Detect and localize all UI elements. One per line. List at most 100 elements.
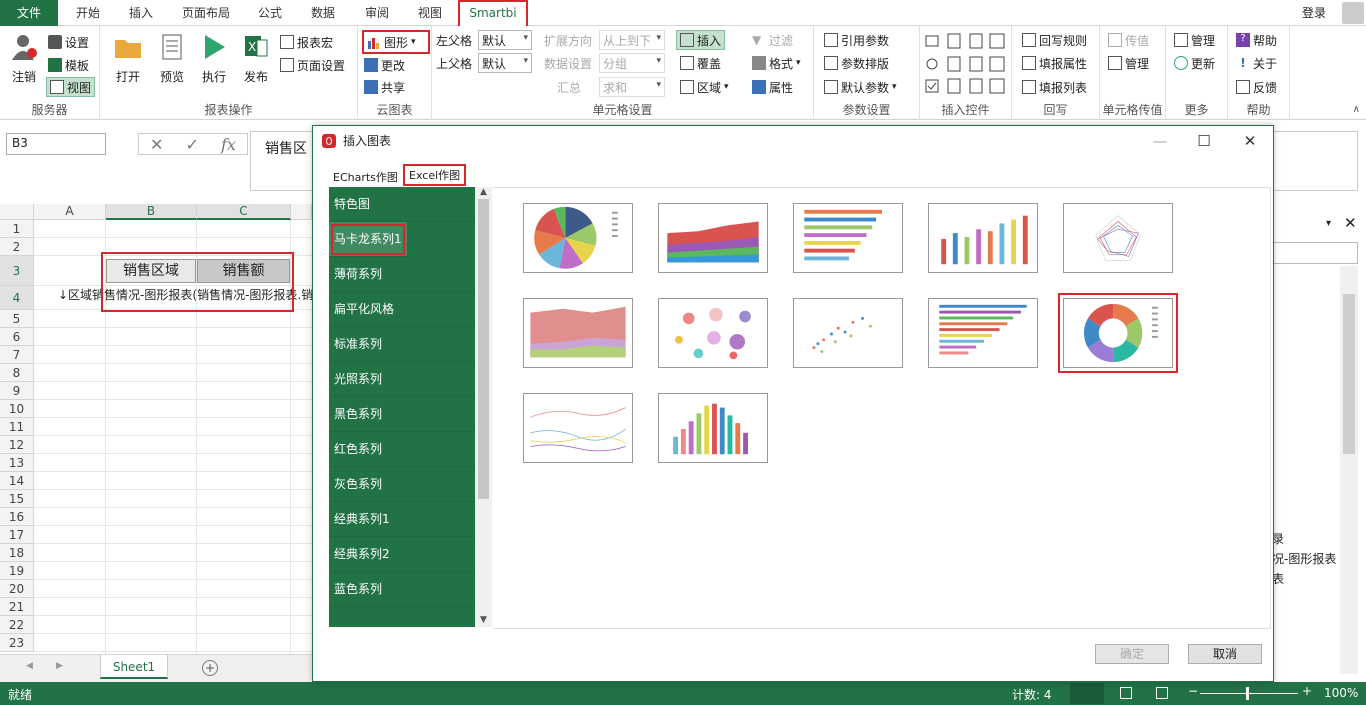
tab-view[interactable]: 视图 — [406, 0, 454, 26]
data-setting-select[interactable]: 分组 — [599, 53, 665, 73]
row-header[interactable]: 12 — [0, 436, 34, 454]
tab-echarts[interactable]: ECharts作图 — [329, 168, 402, 188]
style-list-item[interactable]: 标准系列 — [329, 327, 475, 362]
row-header[interactable]: 8 — [0, 364, 34, 382]
passval-manage-button[interactable]: 管理 — [1108, 53, 1149, 73]
row-header[interactable]: 6 — [0, 328, 34, 346]
pane-item[interactable]: 况-图形报表 — [1272, 550, 1340, 567]
expand-dir-select[interactable]: 从上到下 — [599, 30, 665, 50]
publish-button[interactable]: X 发布 — [236, 32, 276, 85]
insert-button[interactable]: 插入 — [676, 30, 726, 50]
zoom-thumb[interactable] — [1246, 687, 1249, 700]
change-button[interactable]: 更改 — [364, 55, 405, 75]
summary-select[interactable]: 求和 — [599, 77, 665, 97]
region-button[interactable]: 区域 ▾ — [680, 77, 729, 97]
tab-file[interactable]: 文件 — [0, 0, 58, 26]
row-header[interactable]: 11 — [0, 418, 34, 436]
style-list-item[interactable]: 经典系列2 — [329, 537, 475, 572]
chart-button[interactable]: 图形 ▾ — [362, 30, 430, 54]
format-button[interactable]: 格式 ▾ — [752, 53, 801, 73]
chart-thumb-area[interactable] — [523, 298, 633, 368]
row-header[interactable]: 5 — [0, 310, 34, 328]
style-list-item[interactable]: 光照系列 — [329, 362, 475, 397]
ok-button[interactable]: 确定 — [1095, 644, 1169, 664]
maximize-icon[interactable]: ☐ — [1181, 126, 1227, 156]
collapse-ribbon-icon[interactable]: ∧ — [1353, 104, 1360, 115]
col-header-c[interactable]: C — [197, 204, 291, 220]
corner-header[interactable] — [0, 204, 34, 220]
login-link[interactable]: 登录 — [1302, 0, 1326, 26]
page-setup-button[interactable]: 页面设置 — [280, 55, 345, 75]
add-sheet-icon[interactable]: + — [202, 660, 218, 676]
row-header[interactable]: 23 — [0, 634, 34, 652]
preview-button[interactable]: 预览 — [152, 32, 192, 85]
help-button[interactable]: ? 帮助 — [1236, 30, 1277, 50]
row-header[interactable]: 17 — [0, 526, 34, 544]
chart-thumb-bar[interactable] — [928, 298, 1038, 368]
tab-insert[interactable]: 插入 — [116, 0, 166, 26]
view-button[interactable]: 视图 — [46, 77, 96, 97]
chart-thumb-line[interactable] — [523, 393, 633, 463]
style-list-item[interactable]: 特色图 — [329, 187, 475, 222]
close-icon[interactable]: ✕ — [1227, 126, 1273, 156]
pane-dropdown-icon[interactable]: ▾ — [1326, 218, 1331, 229]
row-header[interactable]: 13 — [0, 454, 34, 472]
row-header[interactable]: 7 — [0, 346, 34, 364]
more-manage-button[interactable]: 管理 — [1174, 30, 1215, 50]
zoom-in-icon[interactable]: + — [1302, 684, 1312, 698]
style-list-item[interactable]: 蓝色系列 — [329, 572, 475, 607]
avatar[interactable] — [1342, 2, 1364, 24]
cancel-button[interactable]: 取消 — [1188, 644, 1262, 664]
tab-home[interactable]: 开始 — [62, 0, 114, 26]
chart-thumb-scatter[interactable] — [793, 298, 903, 368]
row-header[interactable]: 9 — [0, 382, 34, 400]
normal-view-icon[interactable] — [1070, 683, 1104, 704]
list-scrollbar[interactable]: ▲ ▼ — [475, 187, 492, 627]
col-header-d[interactable] — [291, 204, 312, 220]
tab-page-layout[interactable]: 页面布局 — [170, 0, 242, 26]
zoom-out-icon[interactable]: − — [1188, 684, 1198, 698]
writeback-rule-button[interactable]: 回写规则 — [1022, 30, 1087, 50]
col-header-b[interactable]: B — [106, 204, 197, 220]
chart-thumb-bubble[interactable] — [658, 298, 768, 368]
confirm-icon[interactable]: ✓ — [186, 135, 199, 154]
tab-review[interactable]: 审阅 — [352, 0, 402, 26]
tab-excel-chart[interactable]: Excel作图 — [403, 164, 467, 186]
row-header[interactable]: 14 — [0, 472, 34, 490]
fill-prop-button[interactable]: 填报属性 — [1022, 53, 1087, 73]
pane-scrollbar[interactable] — [1340, 266, 1358, 674]
left-parent-select[interactable]: 默认 — [478, 30, 532, 50]
chart-thumb-pie[interactable] — [523, 203, 633, 273]
fill-list-button[interactable]: 填报列表 — [1022, 77, 1087, 97]
tab-formula[interactable]: 公式 — [246, 0, 294, 26]
style-list-item[interactable]: 马卡龙系列1 — [329, 222, 407, 257]
settings-button[interactable]: 设置 — [48, 32, 89, 52]
controls-icons[interactable] — [920, 32, 1012, 102]
scroll-down-icon[interactable]: ▼ — [475, 615, 492, 625]
chart-thumb-radar[interactable] — [1063, 203, 1173, 273]
row-header[interactable]: 19 — [0, 562, 34, 580]
chart-thumb-stacked-column[interactable] — [928, 203, 1038, 273]
prev-sheet-icon[interactable]: ◀ — [26, 661, 33, 671]
param-sort-button[interactable]: 参数排版 — [824, 53, 889, 73]
row-header[interactable]: 21 — [0, 598, 34, 616]
page-layout-view-icon[interactable] — [1120, 687, 1132, 699]
zoom-level[interactable]: 100% — [1324, 686, 1358, 700]
row-header[interactable]: 15 — [0, 490, 34, 508]
row-header[interactable]: 4 — [0, 286, 34, 310]
chart-thumb-donut[interactable] — [1058, 293, 1178, 373]
col-header-a[interactable]: A — [34, 204, 106, 220]
template-button[interactable]: 模板 — [48, 55, 89, 75]
style-list-item[interactable]: 扁平化风格 — [329, 292, 475, 327]
row-header[interactable]: 2 — [0, 238, 34, 256]
open-button[interactable]: 打开 — [108, 32, 148, 85]
update-button[interactable]: 更新 — [1174, 53, 1215, 73]
sheet-tab[interactable]: Sheet1 — [100, 655, 168, 679]
style-list-item[interactable]: 经典系列1 — [329, 502, 475, 537]
macro-button[interactable]: 报表宏 — [280, 32, 333, 52]
scroll-up-icon[interactable]: ▲ — [475, 187, 492, 197]
about-button[interactable]: ! 关于 — [1236, 53, 1277, 73]
tab-data[interactable]: 数据 — [298, 0, 348, 26]
tab-smartbi[interactable]: Smartbi — [458, 0, 528, 27]
chart-thumb-stacked-bar[interactable] — [793, 203, 903, 273]
